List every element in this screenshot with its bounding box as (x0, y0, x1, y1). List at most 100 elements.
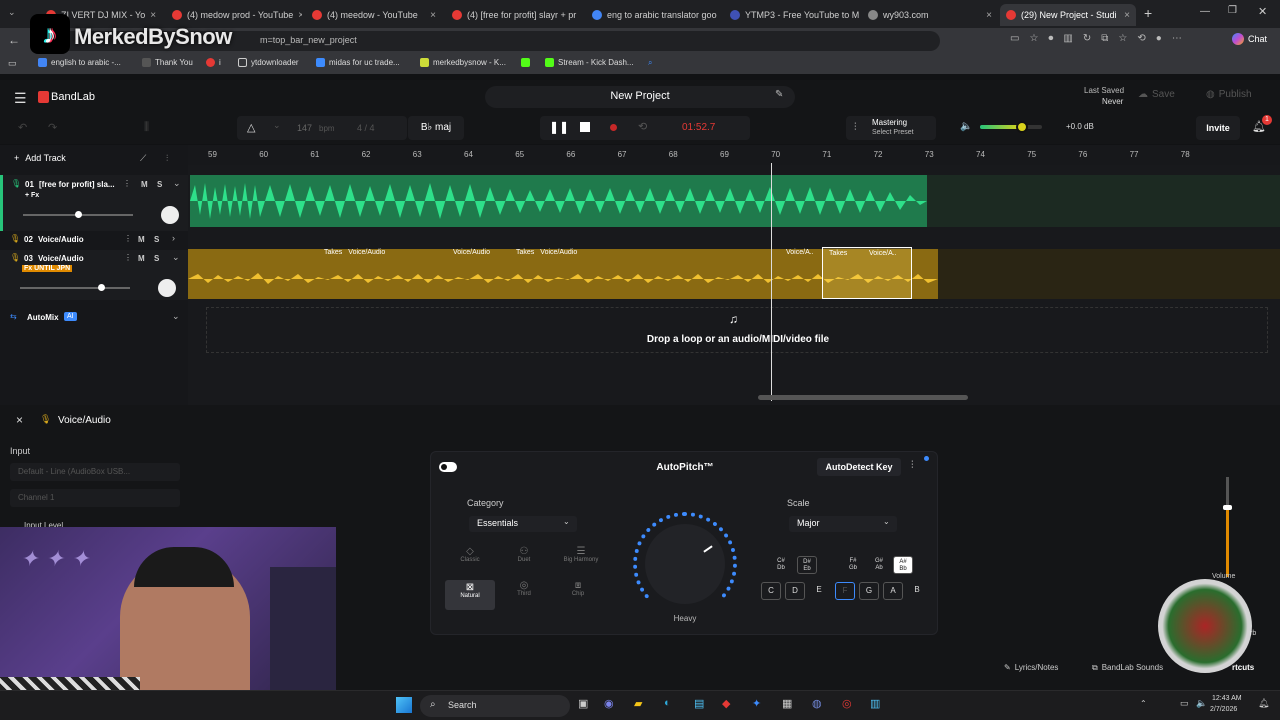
effect-chip[interactable]: ⧆ Chip (553, 580, 603, 610)
chevron-down-icon[interactable]: ⌄ (172, 252, 180, 263)
extensions-icon[interactable]: ⧉ (1101, 33, 1108, 44)
refresh-icon[interactable]: ↻ (1083, 33, 1091, 44)
sidebar-icon[interactable]: ▥ (1063, 33, 1072, 44)
key-fsharp[interactable]: F# Gb (843, 556, 863, 574)
effect-duet[interactable]: ⚇ Duet (499, 546, 549, 576)
key-d[interactable]: D (785, 582, 805, 600)
mixer-icon[interactable]: ⫼ (144, 121, 149, 134)
key-a[interactable]: A (883, 582, 903, 600)
key-b[interactable]: B (907, 582, 927, 600)
automix-row[interactable]: ⇆ AutoMix AI ⌄ (0, 309, 188, 327)
playhead[interactable] (771, 163, 772, 401)
notepad-icon[interactable]: ▥ (870, 697, 880, 710)
close-tab-icon[interactable]: × (298, 10, 302, 21)
close-tab-icon[interactable]: × (986, 10, 992, 21)
master-volume-slider[interactable] (980, 121, 1042, 133)
selected-clip[interactable]: Takes Voice/A.. (822, 247, 912, 299)
pause-icon[interactable]: ❚❚ (549, 120, 569, 134)
chevron-down-icon[interactable]: ⌄ (273, 120, 281, 131)
browser-tab[interactable]: eng to arabic translator goo× (586, 4, 722, 26)
mic-icon[interactable]: ⏺ (1048, 33, 1053, 44)
history-icon[interactable]: ⟲ (1137, 33, 1145, 44)
redo-icon[interactable]: ↷ (48, 121, 57, 134)
bpm-value[interactable]: 147 (297, 123, 312, 133)
pan-knob[interactable] (158, 279, 176, 297)
track-header[interactable]: 🎙︎ 02 Voice/Audio ⋮ M S › (0, 231, 188, 249)
timeline-ruler[interactable]: 59 60 61 62 63 64 65 66 67 68 69 70 71 72 73 74 75 76 77 78 (188, 145, 1280, 165)
key-e[interactable]: E (809, 582, 829, 600)
discord-icon[interactable]: ◍ (812, 697, 822, 710)
horizontal-scrollbar[interactable] (758, 395, 968, 400)
browser-tab[interactable]: YTMP3 - Free YouTube to M× (724, 4, 860, 26)
copilot-chat-button[interactable]: Chat (1232, 33, 1267, 45)
solo-button[interactable]: S (154, 254, 159, 263)
tray-chevron-icon[interactable]: ⌃ (1140, 699, 1147, 708)
volume-thumb[interactable] (1016, 121, 1028, 133)
track-more-icon[interactable]: ⋮ (123, 179, 131, 188)
stop-icon[interactable] (580, 122, 590, 132)
store-icon[interactable]: ▤ (694, 697, 704, 710)
taskbar-search[interactable]: ⌕ Search (420, 695, 570, 717)
volume-icon[interactable]: 🔈 (1196, 698, 1207, 709)
audio-clip-beat[interactable] (190, 175, 927, 227)
key-csharp[interactable]: C# Db (771, 556, 791, 574)
profile-icon[interactable]: ● (1156, 33, 1162, 44)
category-select[interactable]: Essentials ⌄ (469, 516, 577, 532)
publish-button[interactable]: ◍ Publish (1206, 89, 1252, 100)
fx-chip[interactable]: Fx UNTIL JPN (22, 265, 73, 272)
save-button[interactable]: ☁ Save (1138, 89, 1175, 100)
key-button[interactable]: B♭ maj (408, 116, 464, 140)
input-device-select[interactable]: Default - Line (AudioBox USB... (10, 463, 180, 481)
edge-icon[interactable]: ◐ (664, 697, 671, 709)
app-icon[interactable]: ▦ (782, 697, 792, 710)
effect-classic[interactable]: ◇ Classic (445, 546, 495, 576)
maximize-icon[interactable]: ❐ (1228, 5, 1237, 16)
mastering-button[interactable]: ⫶ Mastering Select Preset (846, 116, 936, 140)
copilot-icon[interactable]: ✦ (752, 697, 761, 710)
key-c[interactable]: C (761, 582, 781, 600)
drop-zone[interactable]: ♫ Drop a loop or an audio/MIDI/video fil… (206, 307, 1268, 353)
invite-button[interactable]: Invite (1196, 116, 1240, 140)
browser-tab[interactable]: (4) [free for profit] slayr + pr × (446, 4, 582, 26)
key-f[interactable]: F (835, 582, 855, 600)
project-title-box[interactable]: New Project ✎ (485, 86, 795, 108)
channel-fader[interactable] (1223, 477, 1232, 577)
close-tab-icon[interactable]: × (430, 10, 436, 21)
teams-icon[interactable]: ◉ (604, 697, 614, 710)
key-g[interactable]: G (859, 582, 879, 600)
close-tab-icon[interactable]: × (150, 10, 156, 21)
channel-select[interactable]: Channel 1 (10, 489, 180, 507)
screen-icon[interactable]: ▭ (1010, 33, 1019, 44)
mute-button[interactable]: M (141, 180, 148, 189)
browser-tab-active[interactable]: (29) New Project - Studi × (1000, 4, 1136, 26)
bandlab-sounds-button[interactable]: ⧉ BandLab Sounds (1092, 663, 1163, 673)
tuner-icon[interactable]: ⟋ (140, 153, 146, 164)
add-track-button[interactable]: + Add Track (14, 153, 66, 163)
fx-button[interactable]: + Fx (25, 192, 39, 199)
track-volume-slider[interactable] (20, 284, 130, 291)
key-dsharp[interactable]: D# Eb (797, 556, 817, 574)
time-signature[interactable]: 4 / 4 (357, 123, 375, 133)
windows-start-icon[interactable] (396, 697, 412, 713)
mute-button[interactable]: M (138, 235, 145, 244)
metronome-icon[interactable]: △ (247, 121, 255, 134)
slider-thumb[interactable] (98, 284, 105, 291)
track-more-icon[interactable]: ⋮ (124, 234, 132, 243)
chrome-icon[interactable]: ◎ (842, 697, 852, 710)
bookmark-item[interactable]: ytdownloader (238, 58, 299, 67)
browser-tab[interactable]: wy903.com × (862, 4, 998, 26)
close-tab-icon[interactable]: × (1124, 10, 1130, 21)
bookmark-item[interactable]: K (521, 58, 530, 67)
autodetect-key-button[interactable]: AutoDetect Key (817, 458, 901, 476)
effect-natural[interactable]: ⊠ Natural (445, 580, 495, 610)
mute-button[interactable]: M (138, 254, 145, 263)
chevron-down-icon[interactable]: ⌄ (172, 311, 180, 322)
track-header[interactable]: 🎙︎ 01 [free for profit] sla... ⋮ M S ⌄ +… (0, 175, 188, 237)
search-icon[interactable]: ⌕ (648, 58, 652, 68)
strength-knob[interactable] (645, 524, 725, 604)
loop-icon[interactable]: ⟲ (638, 120, 647, 133)
solo-button[interactable]: S (154, 235, 159, 244)
favorites-icon[interactable]: ☆ (1118, 33, 1127, 44)
track-header[interactable]: 🎙︎ 03 Voice/Audio ⋮ M S ⌄ Fx UNTIL JPN (0, 250, 188, 300)
key-gsharp[interactable]: G# Ab (869, 556, 889, 574)
